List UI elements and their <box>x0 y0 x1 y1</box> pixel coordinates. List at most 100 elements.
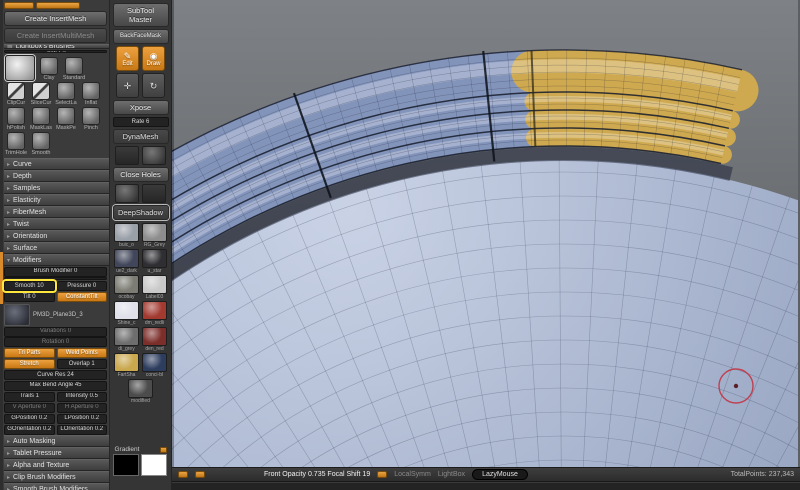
material-item[interactable]: FartSha <box>113 353 140 378</box>
brush-item[interactable]: Standard <box>62 57 86 81</box>
section-clip-brush-modifiers[interactable]: ▸ Clip Brush Modifiers <box>4 471 109 483</box>
lposition-slider[interactable]: LPosition 0.2 <box>56 413 107 424</box>
brush-modifier-slider[interactable]: Brush Modifier 0 <box>4 266 107 277</box>
section-fibermesh[interactable]: ▸ FiberMesh <box>4 206 109 218</box>
v-aperture-slider[interactable]: V Aperture 0 <box>4 402 55 413</box>
rotate-button[interactable]: ↻ <box>142 73 165 98</box>
insert-mesh-thumbnail[interactable] <box>4 303 30 326</box>
rate-slider[interactable]: Rate 6 <box>112 117 169 127</box>
document-3d-view[interactable] <box>172 0 798 468</box>
viewport-canvas[interactable]: Front Opacity 0.735 Focal Shift 19 Local… <box>172 0 800 490</box>
brush-item[interactable]: ClipCur <box>4 82 28 106</box>
dynamesh-button[interactable]: DynaMesh <box>112 129 169 144</box>
section-modifiers[interactable]: ▾ Modifiers <box>4 254 109 266</box>
brush-item[interactable]: Smooth <box>29 132 53 156</box>
h-aperture-slider[interactable]: H Aperture 0 <box>56 402 107 413</box>
section-auto-masking[interactable]: ▸ Auto Masking <box>4 435 109 447</box>
trails-slider[interactable]: Trails 1 <box>4 391 55 402</box>
tilt-slider[interactable]: Tilt 0 <box>4 292 55 302</box>
lorientation-slider[interactable]: LOrientation 0.2 <box>56 424 107 435</box>
material-item[interactable]: Shine_c <box>113 301 140 326</box>
brush-thumb-icon <box>57 107 75 125</box>
brush-item[interactable]: MaskPe <box>54 107 78 131</box>
curve-res-slider[interactable]: Curve Res 24 <box>4 370 107 380</box>
edit-button[interactable]: ✎ Edit <box>116 46 139 71</box>
material-thumb-icon <box>142 249 167 268</box>
toolbar-chip[interactable] <box>377 471 388 478</box>
lazymouse-button[interactable]: LazyMouse <box>472 469 528 480</box>
tri-parts-button[interactable]: Tri Parts <box>4 348 55 358</box>
brush-item[interactable]: TrimHole <box>4 132 28 156</box>
deepshadow-button[interactable]: DeepShadow <box>112 205 169 220</box>
section-tablet-pressure[interactable]: ▸ Tablet Pressure <box>4 447 109 459</box>
brush-item[interactable]: Inflat <box>79 82 103 106</box>
gradient-color-white-swatch[interactable] <box>140 454 167 476</box>
stretch-button[interactable]: Stretch <box>4 359 55 369</box>
variations-slider[interactable]: Variations 0 <box>4 326 107 337</box>
material-item[interactable]: den_red <box>141 327 168 352</box>
section-arrow-icon: ▸ <box>7 161 11 168</box>
material-item[interactable]: buic_o <box>113 223 140 248</box>
lightbox-brushes-header[interactable]: ▦ Lightbox's Brushes <box>4 44 109 49</box>
brush-item[interactable]: SelectLa <box>54 82 78 106</box>
intensity-slider[interactable]: Intensity 0.5 <box>56 391 107 402</box>
material-item[interactable]: Label03 <box>141 275 168 300</box>
lightbox-button[interactable]: LightBox <box>438 471 465 478</box>
brush-item[interactable]: MaskLas <box>29 107 53 131</box>
toolbar-chip[interactable] <box>4 2 34 9</box>
section-depth[interactable]: ▸ Depth <box>4 170 109 182</box>
material-item[interactable]: modified <box>127 379 154 404</box>
material-item[interactable]: ocobay <box>113 275 140 300</box>
draw-button[interactable]: ◉ Draw <box>142 46 165 71</box>
material-item[interactable]: ue2_dark <box>113 249 140 274</box>
backfacemask-button[interactable]: BackFaceMask <box>112 29 169 44</box>
subtool-thumbnail[interactable] <box>142 146 166 165</box>
xpose-button[interactable]: Xpose <box>112 100 169 115</box>
subtool-master-button[interactable]: SubTool Master <box>112 3 169 27</box>
brush-item[interactable]: SliceCur <box>29 82 53 106</box>
localsymm-button[interactable]: LocalSymm <box>394 471 431 478</box>
gposition-slider[interactable]: GPosition 0.2 <box>4 413 55 424</box>
preview-thumbnail[interactable] <box>142 184 166 203</box>
toolbar-chip[interactable] <box>195 471 205 478</box>
gradient-color-black-swatch[interactable] <box>112 454 139 476</box>
max-bend-angle-slider[interactable]: Max Bend Angle 45 <box>4 380 107 391</box>
overlap-slider[interactable]: Overlap 1 <box>56 359 107 369</box>
material-item[interactable]: dm_redli <box>141 301 168 326</box>
section-twist[interactable]: ▸ Twist <box>4 218 109 230</box>
tray-scrollbar-thumb[interactable] <box>0 252 3 304</box>
section-samples[interactable]: ▸ Samples <box>4 182 109 194</box>
toolbar-chip[interactable] <box>36 2 80 9</box>
section-alpha-and-texture[interactable]: ▸ Alpha and Texture <box>4 459 109 471</box>
section-surface[interactable]: ▸ Surface <box>4 242 109 254</box>
close-holes-button[interactable]: Close Holes <box>112 167 169 182</box>
toolbar-chip[interactable] <box>178 471 188 478</box>
front-opacity-focal-shift[interactable]: Front Opacity 0.735 Focal Shift 19 <box>264 471 370 478</box>
material-item[interactable]: u_star <box>141 249 168 274</box>
modifier-extra-slider[interactable] <box>4 277 107 280</box>
section-orientation[interactable]: ▸ Orientation <box>4 230 109 242</box>
brush-item[interactable]: Clay <box>37 57 61 81</box>
brush-item[interactable]: hPolish <box>4 107 28 131</box>
section-smooth-brush-modifiers[interactable]: ▸ Smooth Brush Modifiers <box>4 483 109 490</box>
gorientation-slider[interactable]: GOrientation 0.2 <box>4 424 55 435</box>
section-elasticity[interactable]: ▸ Elasticity <box>4 194 109 206</box>
brush-item[interactable] <box>4 55 36 81</box>
zintensity-slider[interactable]: ZInt: 52 <box>4 49 107 53</box>
rotation-slider[interactable]: Rotation 0 <box>4 337 107 347</box>
create-insertmesh-button[interactable]: Create InsertMesh <box>4 11 107 26</box>
brush-item[interactable]: Pinch <box>79 107 103 131</box>
pressure-slider[interactable]: Pressure 0 <box>56 281 107 291</box>
weld-points-button[interactable]: Weld Points <box>56 348 107 358</box>
material-item[interactable]: conci-bl <box>141 353 168 378</box>
move-button[interactable]: ✛ <box>116 73 139 98</box>
material-item[interactable]: di_grey <box>113 327 140 352</box>
subtool-thumbnail[interactable] <box>115 146 139 165</box>
tray-scrollbar[interactable] <box>0 0 3 490</box>
section-curve[interactable]: ▸ Curve <box>4 158 109 170</box>
material-item[interactable]: RG_Grey <box>141 223 168 248</box>
preview-thumbnail[interactable] <box>115 184 139 203</box>
gradient-toggle[interactable] <box>159 446 167 453</box>
smooth-slider[interactable]: Smooth 10 <box>4 281 55 291</box>
constant-tilt-button[interactable]: ConstantTilt <box>56 292 107 302</box>
